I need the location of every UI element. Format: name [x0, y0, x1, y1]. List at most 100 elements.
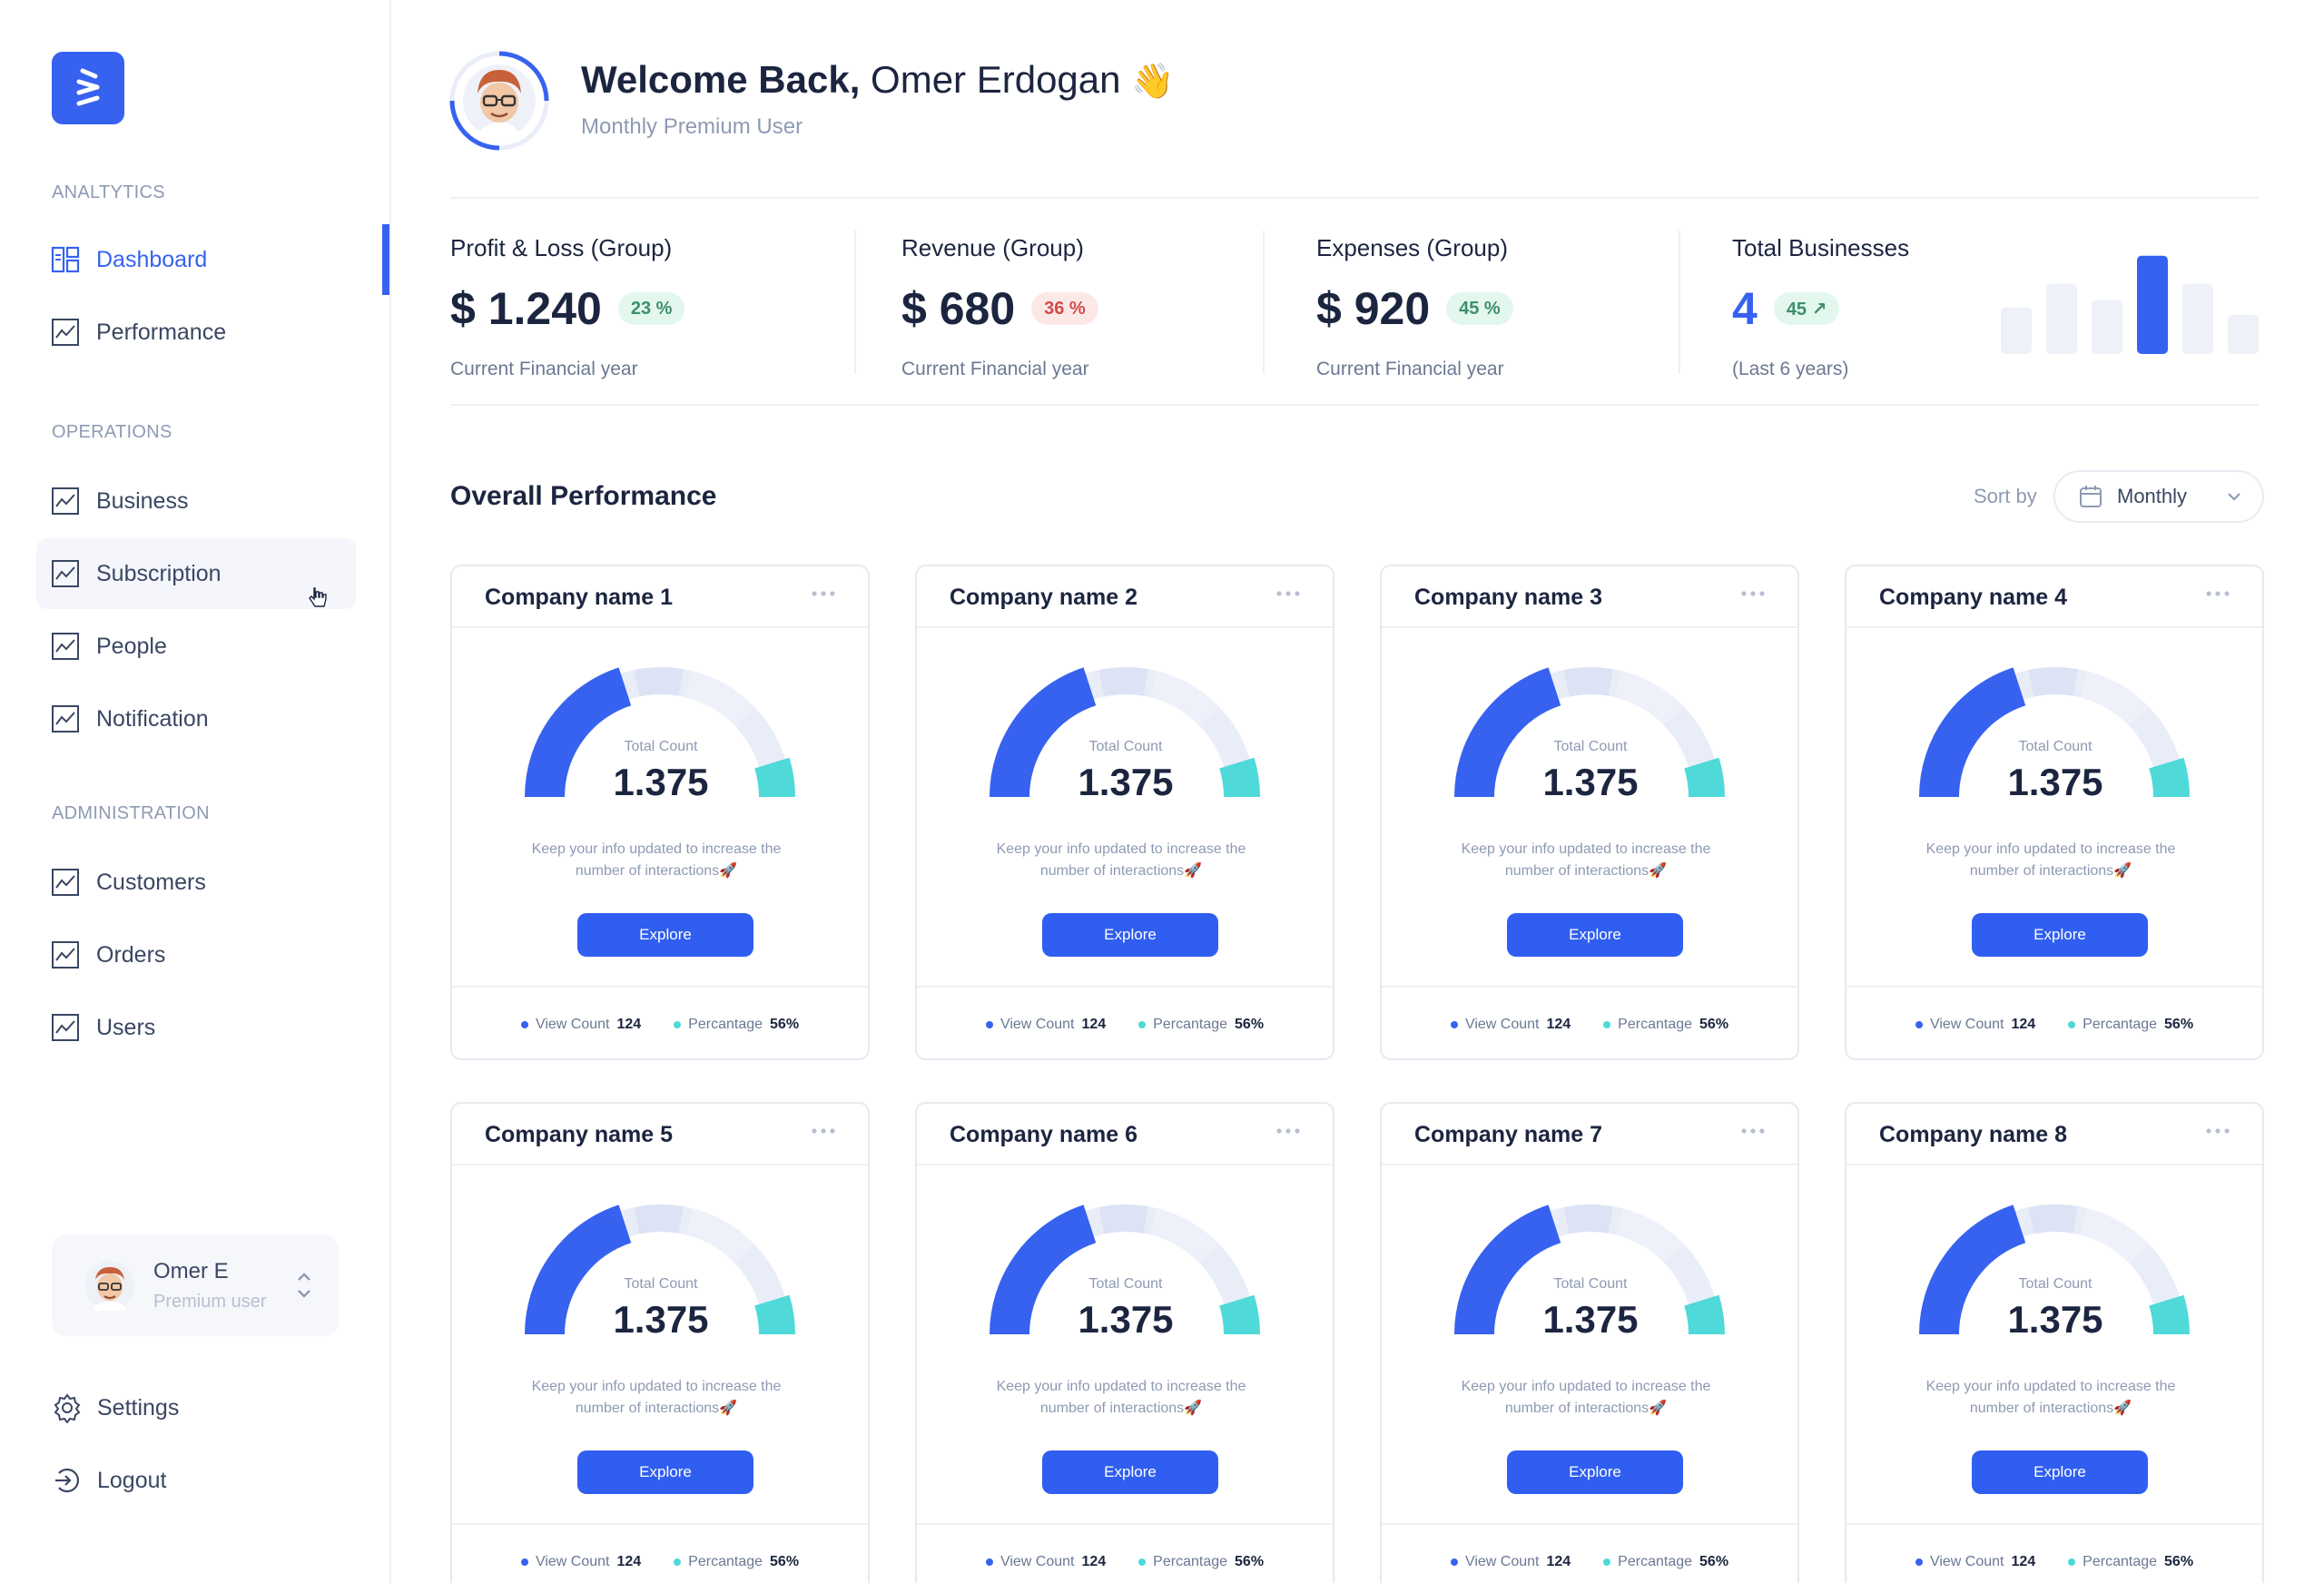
gauge-value: 1.375 — [613, 1298, 709, 1341]
sort-label: Sort by — [1974, 485, 2037, 507]
card-note: Keep your info updated to increase the n… — [1461, 1379, 1711, 1416]
percentage-legend: Percantage 56% — [674, 1017, 799, 1033]
more-options-icon[interactable] — [2204, 586, 2231, 601]
sort-select[interactable]: Monthly — [2053, 470, 2264, 523]
gauge-segment-tertiary — [1614, 1208, 1684, 1263]
explore-button[interactable]: Explore — [577, 1450, 753, 1494]
sidebar-item-business[interactable]: Business — [36, 466, 356, 536]
legend-dot — [1603, 1021, 1611, 1028]
divider — [854, 231, 856, 374]
percentage-value: 56% — [2164, 1554, 2194, 1569]
explore-button[interactable]: Explore — [1972, 1450, 2148, 1494]
view-count-label: View Count — [1464, 1554, 1540, 1569]
percentage-label: Percantage — [688, 1017, 763, 1032]
gauge-segment-secondary — [1098, 1204, 1148, 1234]
gauge-value: 1.375 — [1078, 1298, 1174, 1341]
chart-line-icon — [52, 705, 79, 733]
logout-link[interactable]: Logout — [52, 1465, 166, 1496]
legend-dot — [1603, 1558, 1611, 1566]
gauge-segment-secondary — [1563, 1204, 1613, 1234]
sidebar-item-orders[interactable]: Orders — [36, 919, 356, 990]
gauge-label: Total Count — [2018, 1276, 2093, 1292]
more-options-icon[interactable] — [1739, 1124, 1767, 1138]
legend-dot — [674, 1558, 682, 1566]
sidebar-item-performance[interactable]: Performance — [36, 297, 356, 368]
settings-link[interactable]: Settings — [52, 1392, 179, 1423]
stat-label: Expenses (Group) — [1316, 234, 1508, 261]
user-switcher[interactable]: Omer E Premium user — [52, 1234, 339, 1336]
sidebar-item-dashboard[interactable]: Dashboard — [36, 224, 356, 295]
more-options-icon[interactable] — [810, 1124, 837, 1138]
gauge-segment-tertiary — [2079, 671, 2149, 726]
profile-avatar[interactable] — [448, 50, 550, 152]
explore-button[interactable]: Explore — [1507, 913, 1683, 957]
card-header: Company name 4 — [1846, 566, 2262, 628]
explore-button[interactable]: Explore — [1042, 913, 1218, 957]
avatar — [85, 1261, 134, 1311]
percentage-value: 56% — [1235, 1017, 1265, 1032]
chart-line-icon — [52, 869, 79, 896]
stat-subtext: Current Financial year — [450, 359, 638, 379]
more-options-icon[interactable] — [1275, 1124, 1302, 1138]
settings-label: Settings — [97, 1394, 180, 1421]
stat-expenses: Expenses (Group) $ 920 45 % Current Fina… — [1316, 234, 1513, 380]
stat-total-businesses: Total Businesses 4 45 ↗ (Last 6 years) — [1732, 234, 1909, 380]
view-count-legend: View Count 124 — [1915, 1017, 2035, 1033]
more-options-icon[interactable] — [1275, 586, 1302, 601]
legend-dot — [1915, 1558, 1923, 1566]
gauge-segment-tertiary — [684, 671, 754, 726]
legend-dot — [520, 1021, 528, 1028]
stat-badge: 36 % — [1031, 292, 1098, 325]
percentage-label: Percantage — [1153, 1017, 1228, 1032]
stat-value: $ 1.240 — [450, 283, 602, 334]
sidebar-item-label: Performance — [96, 319, 227, 345]
gauge-segment-secondary — [2028, 667, 2078, 697]
mini-bar — [2046, 283, 2077, 354]
more-options-icon[interactable] — [1739, 586, 1767, 601]
card-note: Keep your info updated to increase the n… — [531, 841, 782, 879]
app-logo[interactable] — [52, 52, 124, 124]
stat-badge: 45 % — [1446, 292, 1513, 325]
legend-dot — [1915, 1021, 1923, 1028]
explore-button[interactable]: Explore — [1972, 913, 2148, 957]
percentage-legend: Percantage 56% — [2068, 1017, 2193, 1033]
more-options-icon[interactable] — [810, 586, 837, 601]
percentage-label: Percantage — [1618, 1554, 1693, 1569]
gauge-label: Total Count — [624, 739, 698, 754]
welcome-bold: Welcome Back, — [581, 58, 861, 101]
sidebar-item-notification[interactable]: Notification — [36, 683, 356, 754]
card-header: Company name 5 — [452, 1104, 868, 1165]
chart-line-icon — [52, 941, 79, 968]
view-count-legend: View Count 124 — [985, 1554, 1106, 1570]
chart-line-icon — [52, 633, 79, 660]
sidebar-item-users[interactable]: Users — [36, 992, 356, 1063]
card-footer: View Count 124 Percantage 56% — [452, 986, 868, 1058]
sort-value: Monthly — [2117, 485, 2188, 507]
company-name: Company name 6 — [950, 1122, 1138, 1147]
welcome-heading: Welcome Back, Omer Erdogan 👋 — [581, 58, 1175, 102]
company-card: Company name 7 Total Count 1.375 Keep yo… — [1380, 1102, 1799, 1583]
view-count-value: 124 — [2011, 1017, 2036, 1032]
chart-line-icon — [52, 487, 79, 515]
gauge-segment-tertiary — [684, 1208, 754, 1263]
view-count-label: View Count — [535, 1554, 610, 1569]
gauge-segment-secondary — [1098, 667, 1148, 697]
explore-button[interactable]: Explore — [1042, 1450, 1218, 1494]
explore-button[interactable]: Explore — [1507, 1450, 1683, 1494]
company-card: Company name 1 Total Count 1.375 Keep yo… — [450, 565, 870, 1060]
user-role: Premium user — [153, 1291, 267, 1312]
waving-hand-icon: 👋 — [1131, 63, 1175, 101]
stat-label: Total Businesses — [1732, 234, 1910, 261]
more-options-icon[interactable] — [2204, 1124, 2231, 1138]
card-footer: View Count 124 Percantage 56% — [1382, 986, 1797, 1058]
sidebar-item-people[interactable]: People — [36, 611, 356, 682]
explore-button[interactable]: Explore — [577, 913, 753, 957]
sidebar-item-label: Business — [96, 487, 189, 514]
stat-subtext: Current Financial year — [1316, 359, 1504, 379]
sidebar-item-customers[interactable]: Customers — [36, 847, 356, 918]
card-footer: View Count 124 Percantage 56% — [917, 1523, 1333, 1583]
percentage-legend: Percantage 56% — [1138, 1017, 1264, 1033]
card-footer: View Count 124 Percantage 56% — [1382, 1523, 1797, 1583]
company-name: Company name 3 — [1414, 585, 1603, 610]
sidebar-item-label: Subscription — [96, 560, 222, 586]
